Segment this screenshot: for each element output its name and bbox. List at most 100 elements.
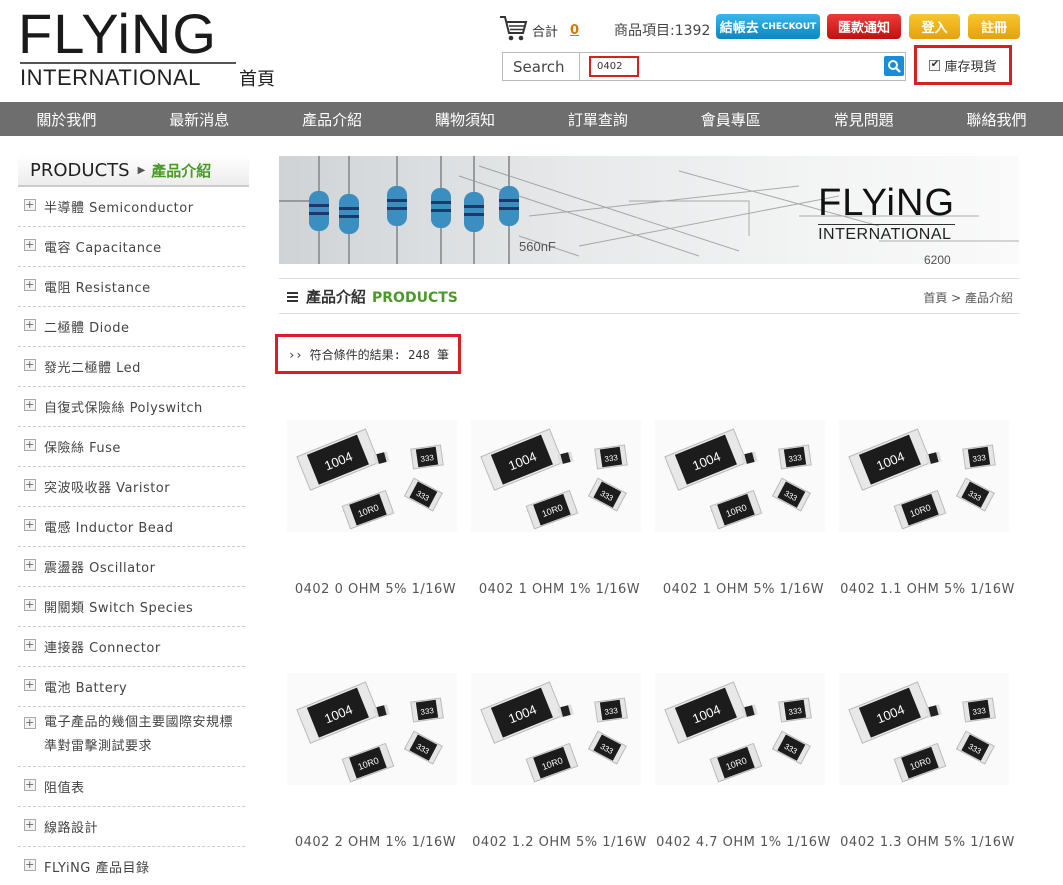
login-button[interactable]: 登入 (909, 14, 960, 39)
sidebar-category-item[interactable]: + 阻值表 (18, 767, 245, 807)
home-link[interactable]: 首頁 (239, 65, 275, 91)
cart-label: 合計 (532, 24, 559, 40)
expand-plus-icon[interactable]: + (24, 199, 36, 211)
sidebar-category-label: 電池 Battery (44, 681, 128, 696)
breadcrumb[interactable]: 首頁 > 產品介紹 (923, 289, 1013, 306)
product-card[interactable]: 1004 333 10R0 333 0402 4.7 OHM 1% 1/16W (651, 673, 831, 850)
product-image[interactable]: 1004 333 10R0 333 (839, 420, 1009, 532)
sidebar-category-item[interactable]: + 發光二極體 Led (18, 347, 245, 387)
sidebar-category-label: 線路設計 (44, 821, 99, 836)
register-button[interactable]: 註冊 (968, 14, 1020, 39)
search-result-count: ›› 符合條件的結果: 248 筆 (275, 334, 461, 374)
sidebar-category-item[interactable]: + 電子產品的幾個主要國際安規標準對雷擊測試要求 (18, 707, 245, 767)
product-card[interactable]: 1004 333 10R0 333 0402 0 OHM 5% 1/16W (283, 420, 463, 597)
expand-plus-icon[interactable]: + (24, 559, 36, 571)
product-image[interactable]: 1004 333 10R0 333 (287, 673, 457, 785)
svg-text:333: 333 (972, 706, 987, 717)
search-input[interactable]: 0402 (589, 56, 639, 77)
sidebar-category-item[interactable]: + 電容 Capacitance (18, 227, 245, 267)
products-banner: 560nF 6200 FLYiNG INTERNATIONAL (279, 156, 1019, 264)
sidebar-category-item[interactable]: + 保險絲 Fuse (18, 427, 245, 467)
expand-plus-icon[interactable]: + (24, 519, 36, 531)
sidebar-category-item[interactable]: + 二極體 Diode (18, 307, 245, 347)
product-image[interactable]: 1004 333 10R0 333 (471, 420, 641, 532)
product-image[interactable]: 1004 333 10R0 333 (471, 673, 641, 785)
cart-icon[interactable] (498, 13, 528, 47)
expand-plus-icon[interactable]: + (24, 819, 36, 831)
product-name[interactable]: 0402 4.7 OHM 1% 1/16W (651, 835, 836, 850)
sidebar-category-item[interactable]: + 震盪器 Oscillator (18, 547, 245, 587)
sidebar-category-item[interactable]: + 線路設計 (18, 807, 245, 847)
nav-item-products[interactable]: 產品介紹 (266, 102, 399, 136)
product-card[interactable]: 1004 333 10R0 333 0402 1 OHM 5% 1/16W (651, 420, 831, 597)
sidebar-category-item[interactable]: + 電池 Battery (18, 667, 245, 707)
product-name[interactable]: 0402 2 OHM 1% 1/16W (283, 835, 468, 850)
product-name[interactable]: 0402 0 OHM 5% 1/16W (283, 582, 468, 597)
nav-item-members[interactable]: 會員專區 (664, 102, 797, 136)
svg-text:333: 333 (604, 453, 619, 464)
checkout-label: 結帳去 (719, 21, 759, 36)
sidebar-category-item[interactable]: + 電感 Inductor Bead (18, 507, 245, 547)
expand-plus-icon[interactable]: + (24, 717, 36, 729)
product-card[interactable]: 1004 333 10R0 333 0402 2 OHM 1% 1/16W (283, 673, 463, 850)
svg-text:333: 333 (788, 453, 803, 464)
in-stock-checkbox[interactable]: ✔ (929, 59, 941, 71)
sidebar-category-label: 連接器 Connector (44, 641, 161, 656)
expand-plus-icon[interactable]: + (24, 439, 36, 451)
product-image[interactable]: 1004 333 10R0 333 (655, 673, 825, 785)
sidebar-category-label: 半導體 Semiconductor (44, 201, 194, 216)
product-name[interactable]: 0402 1.2 OHM 5% 1/16W (467, 835, 652, 850)
nav-item-shopping-guide[interactable]: 購物須知 (399, 102, 532, 136)
sidebar-category-label: 開關類 Switch Species (44, 601, 194, 616)
logo-subtitle: INTERNATIONAL (20, 62, 236, 91)
sidebar-category-item[interactable]: + 電阻 Resistance (18, 267, 245, 307)
nav-item-news[interactable]: 最新消息 (133, 102, 266, 136)
nav-item-contact[interactable]: 聯絡我們 (930, 102, 1063, 136)
sidebar-category-item[interactable]: + 半導體 Semiconductor (18, 187, 245, 227)
site-logo[interactable]: FLYiNG INTERNATIONAL 首頁 (18, 6, 288, 91)
section-title: 產品介紹 PRODUCTS (306, 286, 458, 307)
expand-plus-icon[interactable]: + (24, 239, 36, 251)
product-card[interactable]: 1004 333 10R0 333 0402 1.2 OHM 5% 1/16W (467, 673, 647, 850)
product-card[interactable]: 1004 333 10R0 333 0402 1.3 OHM 5% 1/16W (835, 673, 1015, 850)
product-category-sidebar: PRODUCTS ▶ 產品介紹 + 半導體 Semiconductor + 電容 Ca… (18, 155, 249, 885)
sidebar-category-item[interactable]: + 自復式保險絲 Polyswitch (18, 387, 245, 427)
sidebar-category-label: 保險絲 Fuse (44, 441, 121, 456)
section-title-zh: 產品介紹 (306, 287, 367, 306)
product-name[interactable]: 0402 1.3 OHM 5% 1/16W (835, 835, 1020, 850)
sidebar-category-label: 電感 Inductor Bead (44, 521, 174, 536)
expand-plus-icon[interactable]: + (24, 679, 36, 691)
cart-count[interactable]: 0 (570, 23, 579, 38)
cart-summary[interactable]: 合計 0 (498, 13, 579, 47)
checkout-button[interactable]: 結帳去 CHECKOUT (716, 14, 820, 39)
product-card[interactable]: 1004 333 10R0 333 0402 1.1 OHM 5% 1/16W (835, 420, 1015, 597)
product-name[interactable]: 0402 1 OHM 5% 1/16W (651, 582, 836, 597)
expand-plus-icon[interactable]: + (24, 859, 36, 871)
expand-plus-icon[interactable]: + (24, 399, 36, 411)
search-icon (888, 60, 901, 73)
sidebar-category-item[interactable]: + 開關類 Switch Species (18, 587, 245, 627)
expand-plus-icon[interactable]: + (24, 479, 36, 491)
expand-plus-icon[interactable]: + (24, 779, 36, 791)
nav-item-about[interactable]: 關於我們 (0, 102, 133, 136)
sidebar-category-item[interactable]: + FLYiNG 產品目錄 (18, 847, 245, 885)
product-name[interactable]: 0402 1.1 OHM 5% 1/16W (835, 582, 1020, 597)
product-image[interactable]: 1004 333 10R0 333 (839, 673, 1009, 785)
expand-plus-icon[interactable]: + (24, 599, 36, 611)
product-image[interactable]: 1004 333 10R0 333 (655, 420, 825, 532)
product-image[interactable]: 1004 333 10R0 333 (287, 420, 457, 532)
expand-plus-icon[interactable]: + (24, 359, 36, 371)
product-card[interactable]: 1004 333 10R0 333 0402 1 OHM 1% 1/16W (467, 420, 647, 597)
sidebar-category-item[interactable]: + 連接器 Connector (18, 627, 245, 667)
expand-plus-icon[interactable]: + (24, 639, 36, 651)
expand-plus-icon[interactable]: + (24, 279, 36, 291)
expand-plus-icon[interactable]: + (24, 319, 36, 331)
nav-item-order-lookup[interactable]: 訂單查詢 (532, 102, 665, 136)
product-name[interactable]: 0402 1 OHM 1% 1/16W (467, 582, 652, 597)
in-stock-filter[interactable]: ✔ 庫存現貨 (914, 45, 1012, 85)
sidebar-category-label: 電阻 Resistance (44, 281, 151, 296)
sidebar-category-item[interactable]: + 突波吸收器 Varistor (18, 467, 245, 507)
remit-notice-button[interactable]: 匯款通知 (827, 14, 901, 39)
nav-item-faq[interactable]: 常見問題 (797, 102, 930, 136)
search-button[interactable] (884, 56, 904, 76)
